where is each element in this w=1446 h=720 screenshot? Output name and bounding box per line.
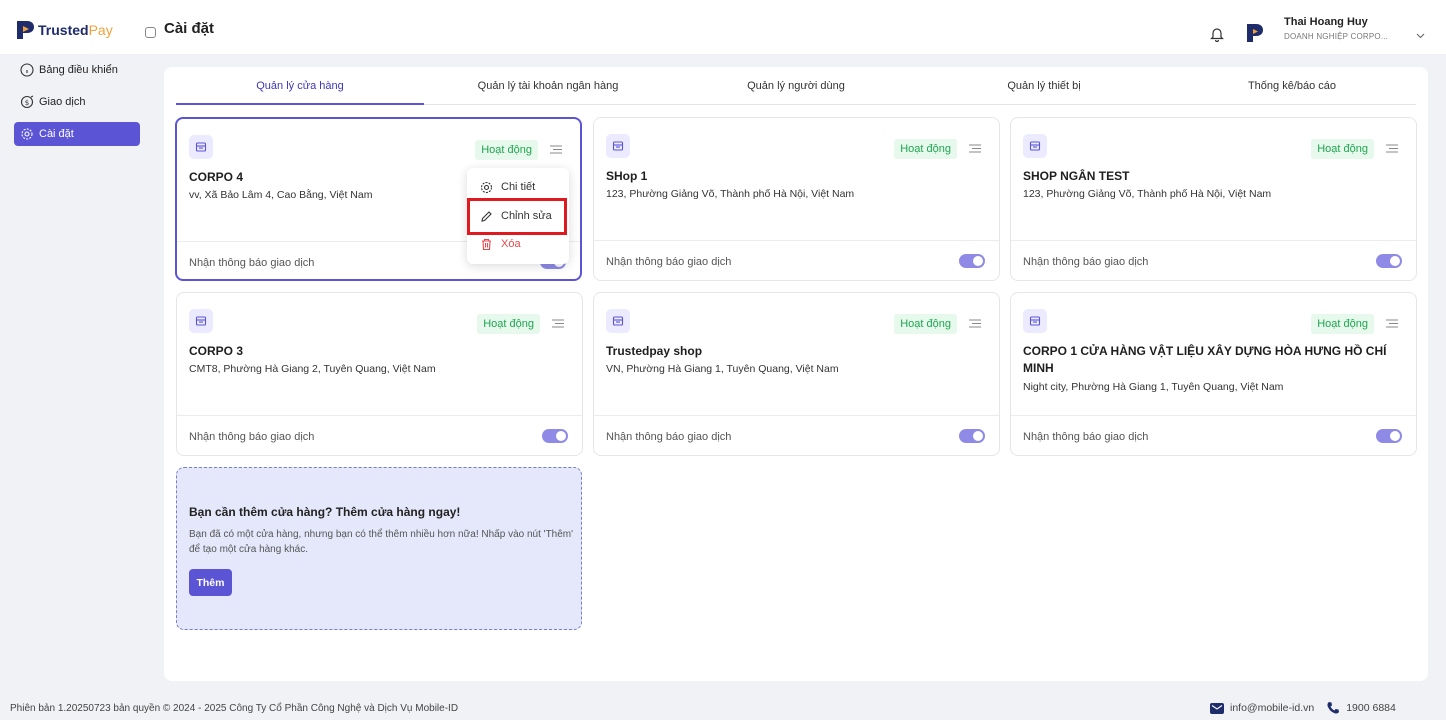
notify-toggle[interactable] — [542, 429, 568, 443]
store-icon — [606, 134, 630, 158]
tab-bar: Quản lý cửa hàng Quản lý tài khoản ngân … — [176, 67, 1416, 105]
menu-icon[interactable] — [550, 145, 562, 157]
notify-toggle[interactable] — [959, 254, 985, 268]
settings-icon — [20, 127, 34, 141]
store-card[interactable]: Hoạt động SHOP NGÂN TEST 123, Phường Giả… — [1010, 117, 1417, 281]
store-name: CORPO 1 CỬA HÀNG VẬT LIỆU XÂY DỰNG HÒA H… — [1023, 344, 1387, 375]
page-title: Cài đặt — [164, 20, 215, 37]
status-badge: Hoạt động — [475, 140, 538, 160]
brand-logo[interactable]: TrustedPay — [14, 19, 113, 41]
store-card[interactable]: Hoạt động SHop 1 123, Phường Giảng Võ, T… — [593, 117, 1000, 281]
notify-label: Nhận thông báo giao dịch — [606, 431, 732, 443]
store-icon — [189, 309, 213, 333]
notify-label: Nhận thông báo giao dịch — [189, 257, 315, 269]
gear-icon — [479, 180, 493, 194]
menu-icon[interactable] — [1386, 319, 1398, 331]
divider — [1011, 415, 1416, 416]
sidebar-item-settings[interactable]: Cài đặt — [14, 122, 140, 146]
status-badge: Hoạt động — [1311, 314, 1374, 334]
sidebar-collapse-icon[interactable] — [145, 27, 156, 38]
avatar[interactable] — [1242, 21, 1266, 45]
logo-mark-icon — [14, 19, 36, 41]
menu-icon[interactable] — [1386, 144, 1398, 156]
store-icon — [1023, 134, 1047, 158]
top-bar: TrustedPay Cài đặt Thai Hoang Huy DOANH … — [0, 0, 1446, 54]
store-address: 123, Phường Giảng Võ, Thành phố Hà Nội, … — [606, 188, 855, 200]
add-store-card: Bạn cần thêm cửa hàng? Thêm cửa hàng nga… — [176, 467, 582, 630]
tab-users[interactable]: Quản lý người dùng — [672, 67, 920, 104]
add-store-button[interactable]: Thêm — [189, 569, 232, 596]
sidebar-item-label: Giao dịch — [39, 96, 86, 108]
notify-label: Nhận thông báo giao dịch — [606, 256, 732, 268]
store-address: 123, Phường Giảng Võ, Thành phố Hà Nội, … — [1023, 188, 1272, 200]
divider — [177, 415, 582, 416]
menu-icon[interactable] — [969, 144, 981, 156]
chevron-down-icon[interactable] — [1416, 30, 1425, 42]
store-name: SHop 1 — [606, 169, 648, 183]
user-name[interactable]: Thai Hoang Huy — [1284, 16, 1368, 28]
store-address: Night city, Phường Hà Giang 1, Tuyên Qua… — [1023, 381, 1284, 393]
sidebar-item-dashboard[interactable]: Bảng điều khiển — [14, 58, 140, 82]
store-icon — [606, 309, 630, 333]
sidebar-item-label: Cài đặt — [39, 128, 74, 140]
footer-phone[interactable]: 1900 6884 — [1346, 702, 1396, 714]
store-card[interactable]: Hoạt động Trustedpay shop VN, Phường Hà … — [593, 292, 1000, 456]
tab-bank-accounts[interactable]: Quản lý tài khoản ngân hàng — [424, 67, 672, 104]
divider — [1011, 240, 1416, 241]
notify-toggle[interactable] — [1376, 429, 1402, 443]
status-badge: Hoạt động — [894, 314, 957, 334]
notify-label: Nhận thông báo giao dịch — [1023, 256, 1149, 268]
notify-label: Nhận thông báo giao dịch — [1023, 431, 1149, 443]
transaction-icon: $ — [20, 95, 34, 109]
dashboard-icon — [20, 63, 34, 77]
svg-text:$: $ — [25, 99, 29, 107]
mail-icon — [1210, 702, 1224, 714]
tab-reports[interactable]: Thống kê/báo cáo — [1168, 67, 1416, 104]
store-name: CORPO 3 — [189, 344, 244, 358]
sidebar-item-label: Bảng điều khiển — [39, 64, 118, 76]
footer-contact: info@mobile-id.vn 1900 6884 — [1210, 701, 1396, 715]
sidebar-item-transactions[interactable]: $ Giao dịch — [14, 90, 140, 114]
notify-toggle[interactable] — [959, 429, 985, 443]
brand-name-part2: Pay — [88, 22, 113, 38]
store-icon — [189, 135, 213, 159]
tab-store-management[interactable]: Quản lý cửa hàng — [176, 67, 424, 105]
add-store-title: Bạn cần thêm cửa hàng? Thêm cửa hàng nga… — [189, 505, 461, 519]
store-name: SHOP NGÂN TEST — [1023, 169, 1130, 183]
notify-label: Nhận thông báo giao dịch — [189, 431, 315, 443]
status-badge: Hoạt động — [1311, 139, 1374, 159]
add-store-description: Bạn đã có một cửa hàng, nhưng bạn có thể… — [189, 529, 574, 555]
status-badge: Hoạt động — [894, 139, 957, 159]
menu-item-details[interactable]: Chi tiết — [479, 180, 535, 194]
menu-icon[interactable] — [969, 319, 981, 331]
menu-icon[interactable] — [552, 319, 564, 331]
store-icon — [1023, 309, 1047, 333]
divider — [594, 240, 999, 241]
tab-devices[interactable]: Quản lý thiết bị — [920, 67, 1168, 104]
trash-icon — [479, 237, 493, 251]
user-role: DOANH NGHIỆP CORPO... — [1284, 32, 1389, 41]
highlight-box — [467, 198, 567, 235]
status-badge: Hoạt động — [477, 314, 540, 334]
divider — [594, 415, 999, 416]
footer-email[interactable]: info@mobile-id.vn — [1230, 702, 1314, 714]
menu-item-delete[interactable]: Xóa — [479, 237, 521, 251]
store-address: CMT8, Phường Hà Giang 2, Tuyên Quang, Vi… — [189, 363, 436, 375]
store-card[interactable]: Hoạt động CORPO 1 CỬA HÀNG VẬT LIỆU XÂY … — [1010, 292, 1417, 456]
store-card[interactable]: Hoạt động CORPO 3 CMT8, Phường Hà Giang … — [176, 292, 583, 456]
footer-copyright: Phiên bản 1.20250723 bản quyền © 2024 - … — [10, 703, 459, 714]
menu-item-label: Xóa — [501, 238, 521, 250]
store-name: Trustedpay shop — [606, 344, 703, 358]
store-address: VN, Phường Hà Giang 1, Tuyên Quang, Việt… — [606, 363, 839, 375]
brand-name-part1: Trusted — [38, 22, 89, 38]
menu-item-label: Chi tiết — [501, 181, 536, 193]
phone-icon — [1326, 701, 1340, 715]
bell-icon[interactable] — [1210, 26, 1224, 45]
notify-toggle[interactable] — [1376, 254, 1402, 268]
